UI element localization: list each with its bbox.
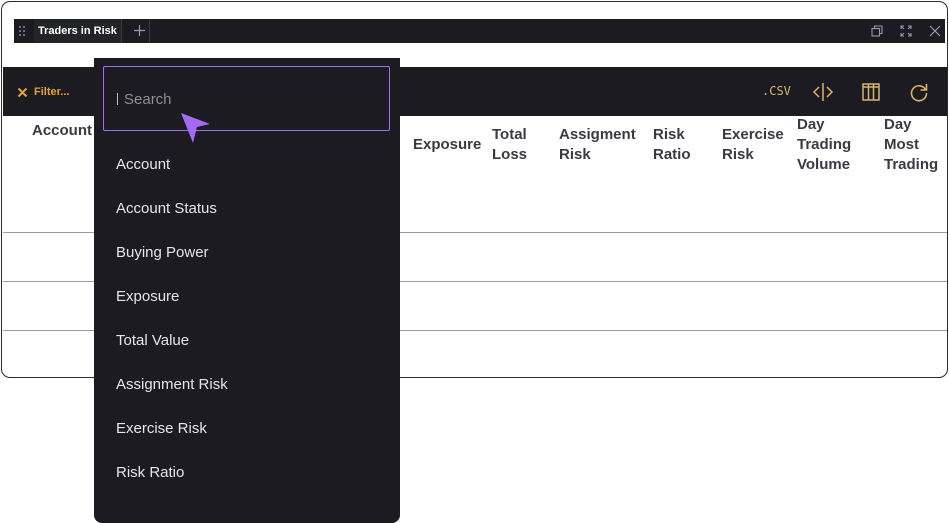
plus-icon	[134, 25, 145, 36]
column-search-dropdown: Account Account Status Buying Power Expo…	[94, 58, 400, 523]
option-exposure[interactable]: Exposure	[116, 286, 228, 330]
text-caret	[117, 93, 118, 105]
column-header-exercise-risk[interactable]: Exercise Risk	[722, 125, 792, 165]
option-account[interactable]: Account	[116, 154, 228, 198]
option-buying-power[interactable]: Buying Power	[116, 242, 228, 286]
mouse-pointer-icon	[181, 113, 210, 143]
close-icon[interactable]	[928, 24, 942, 38]
option-assignment-risk[interactable]: Assignment Risk	[116, 374, 228, 418]
column-header-day-trading-volume[interactable]: Day Trading Volume	[797, 115, 871, 175]
tab-label: Traders in Risk	[38, 25, 117, 37]
export-csv-button[interactable]: .CSV	[762, 84, 791, 98]
columns-icon[interactable]	[860, 81, 882, 103]
column-header-account[interactable]: Account	[32, 121, 102, 141]
add-tab-button[interactable]	[128, 19, 150, 43]
window-titlebar: Traders in Risk	[14, 19, 945, 43]
column-header-total-loss[interactable]: Total Loss	[492, 125, 540, 165]
option-exercise-risk[interactable]: Exercise Risk	[116, 418, 228, 462]
column-header-day-most-trading[interactable]: Day Most Trading	[884, 115, 946, 175]
column-header-exposure[interactable]: Exposure	[413, 135, 493, 155]
column-header-risk-ratio[interactable]: Risk Ratio	[653, 125, 701, 165]
maximize-icon[interactable]	[899, 24, 913, 38]
x-icon	[17, 87, 28, 97]
popout-icon[interactable]	[870, 24, 884, 38]
column-header-assigment-risk[interactable]: Assigment Risk	[559, 125, 645, 165]
split-columns-icon[interactable]	[812, 81, 834, 103]
filter-label: Filter...	[34, 86, 70, 98]
search-input[interactable]	[124, 87, 374, 111]
column-options-list: Account Account Status Buying Power Expo…	[116, 154, 228, 506]
tab-traders-in-risk[interactable]: Traders in Risk	[34, 19, 122, 43]
option-total-value[interactable]: Total Value	[116, 330, 228, 374]
refresh-icon[interactable]	[908, 81, 930, 103]
search-field[interactable]	[103, 66, 390, 131]
filter-button[interactable]: Filter...	[17, 84, 69, 100]
option-risk-ratio[interactable]: Risk Ratio	[116, 462, 228, 506]
option-account-status[interactable]: Account Status	[116, 198, 228, 242]
drag-handle-icon[interactable]	[19, 26, 25, 36]
